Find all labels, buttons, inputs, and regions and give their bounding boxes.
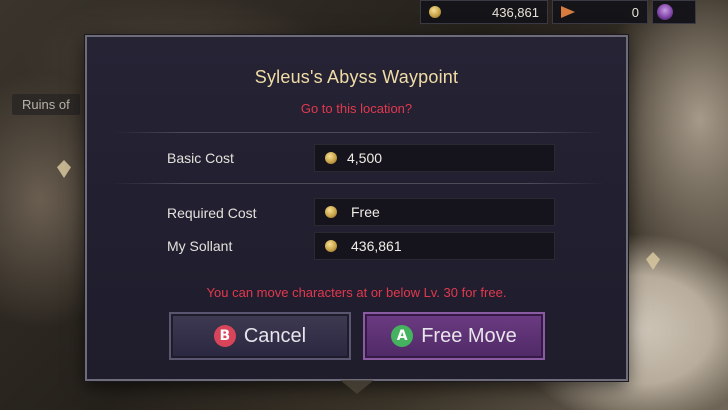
cancel-button[interactable]: B Cancel xyxy=(169,312,351,360)
coin-icon xyxy=(325,152,337,164)
required-cost-amount: Free xyxy=(351,204,380,220)
required-cost-value: Free xyxy=(314,198,555,226)
my-sollant-amount: 436,861 xyxy=(351,238,402,254)
b-button-icon: B xyxy=(213,325,236,347)
required-cost-label: Required Cost xyxy=(167,205,257,221)
gem-icon xyxy=(657,4,673,20)
basic-cost-value: 4,500 xyxy=(314,144,555,172)
free-move-button[interactable]: A Free Move xyxy=(363,312,545,360)
my-sollant-value: 436,861 xyxy=(314,232,555,260)
divider xyxy=(111,183,605,184)
gem-currency[interactable] xyxy=(652,0,696,24)
map-location-label: Ruins of xyxy=(12,94,80,115)
a-button-icon: A xyxy=(391,325,414,347)
free-move-button-label: Free Move xyxy=(421,324,517,347)
free-move-notice: You can move characters at or below Lv. … xyxy=(206,285,507,300)
currency-bar: 436,861 0 xyxy=(420,0,696,24)
ticket-amount: 0 xyxy=(631,4,639,20)
coin-icon xyxy=(325,240,337,252)
gold-currency: 436,861 xyxy=(420,0,548,24)
ticket-icon xyxy=(561,6,575,18)
ticket-currency: 0 xyxy=(552,0,648,24)
divider xyxy=(111,132,605,133)
cancel-button-label: Cancel xyxy=(243,324,307,347)
basic-cost-amount: 4,500 xyxy=(347,150,383,166)
my-sollant-label: My Sollant xyxy=(167,238,233,254)
coin-icon xyxy=(325,206,337,218)
waypoint-dialog: Syleus's Abyss Waypoint Go to this locat… xyxy=(85,35,628,381)
coin-icon xyxy=(429,6,441,18)
dialog-title: Syleus's Abyss Waypoint xyxy=(254,67,459,87)
dialog-subtitle: Go to this location? xyxy=(300,101,413,116)
gold-amount: 436,861 xyxy=(492,4,539,20)
basic-cost-label: Basic Cost xyxy=(167,150,234,166)
